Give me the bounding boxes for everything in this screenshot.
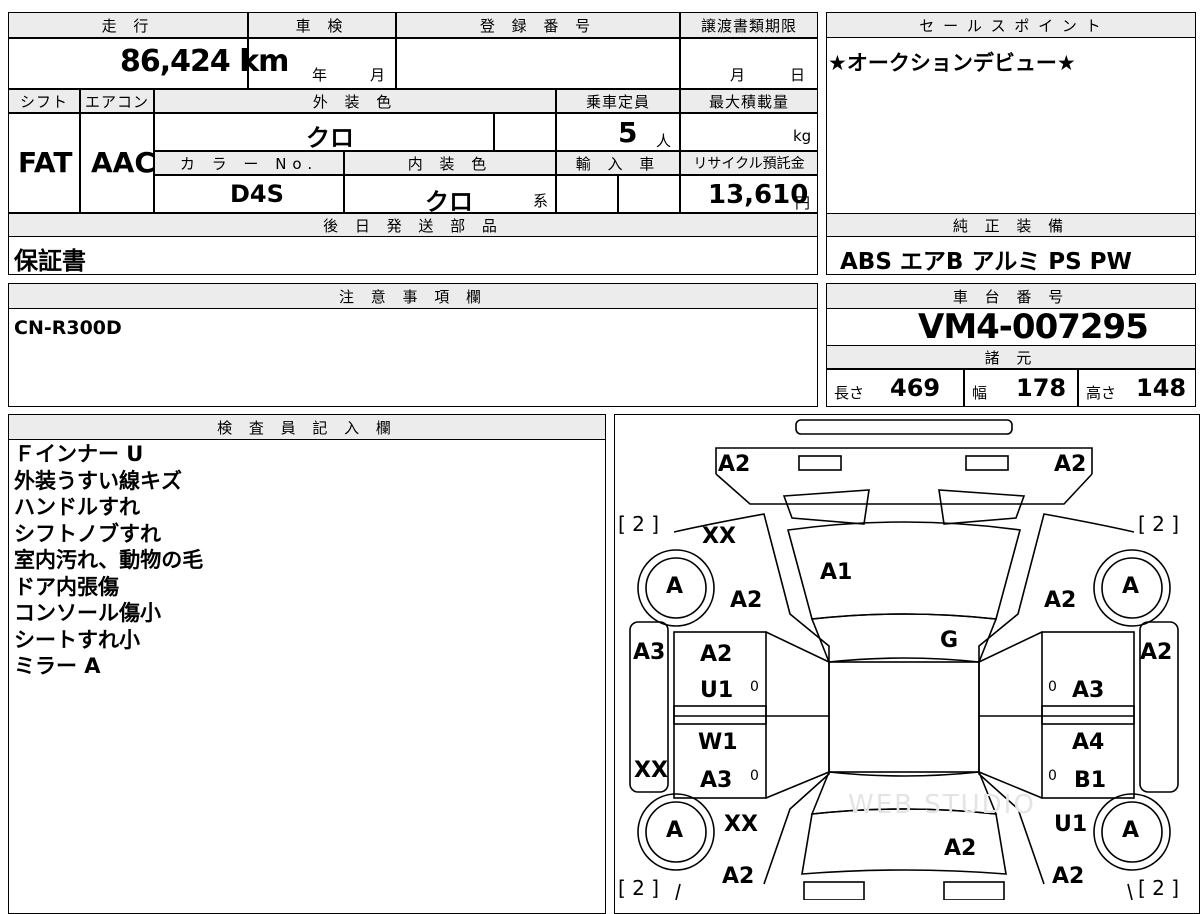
color-no-value: D4S (230, 180, 284, 208)
mark-pillar-right: A2 (1140, 640, 1173, 665)
wheel-fr-grade: A (1122, 574, 1140, 599)
interior-color-value: クロ (425, 188, 473, 216)
inspection-year-unit: 年 (312, 66, 328, 84)
reg-number-header: 登 録 番 号 (396, 12, 680, 38)
import-header: 輸 入 車 (556, 151, 680, 175)
chassis-header: 車 台 番 号 (826, 283, 1196, 309)
spec-width-value: 178 (1016, 374, 1067, 402)
interior-color-suffix: 系 (533, 192, 549, 210)
chassis-number: VM4-007295 (918, 307, 1149, 347)
import-cell-1 (556, 175, 618, 213)
transfer-deadline-header: 譲渡書類期限 (680, 12, 818, 38)
color-no-header: カ ラ ー No. (154, 151, 344, 175)
later-parts-header: 後 日 発 送 部 品 (8, 213, 818, 237)
watermark: WEB STUDIO (848, 790, 1036, 820)
interior-color-header: 内 装 色 (344, 151, 556, 175)
spec-height-label: 高さ (1086, 384, 1117, 402)
remark-line: 外装うすい線キズ (14, 468, 182, 493)
mark-door-rl-1: W1 (698, 730, 738, 755)
wheel-fl-grade: A (666, 574, 684, 599)
remark-line: シフトノブすれ (14, 521, 161, 546)
mirror-mark-fr: 0 (1048, 679, 1057, 695)
spec-width-label: 幅 (972, 384, 988, 402)
mark-tire-fl: [ 2 ] (618, 512, 660, 536)
import-cell-2 (618, 175, 680, 213)
remark-line: コンソール傷小 (14, 601, 161, 625)
mark-tire-rr: [ 2 ] (1138, 876, 1180, 900)
mark-trunk: A2 (944, 836, 977, 861)
exterior-color-header: 外 装 色 (154, 89, 556, 113)
remark-line: Ｆインナー U (14, 442, 144, 466)
mark-quarter-rr: U1 (1054, 812, 1088, 837)
notes-value: CN-R300D (14, 317, 122, 339)
recycle-unit: 円 (795, 194, 811, 212)
transfer-day-unit: 日 (790, 66, 806, 84)
mark-fender-fl: A2 (730, 588, 763, 613)
mark-quarter-rl: XX (724, 812, 758, 837)
mirror-mark-fl: 0 (750, 679, 759, 695)
mirror-mark-rr: 0 (1048, 768, 1057, 784)
remark-line: ドア内張傷 (14, 574, 119, 599)
shift-header: シフト (8, 89, 80, 113)
wheel-rl-grade: A (666, 818, 684, 843)
inspection-month-unit: 月 (370, 66, 386, 84)
inspection-header: 車 検 (248, 12, 396, 38)
mark-door-fl-2: U1 (700, 678, 734, 703)
capacity-unit: 人 (656, 132, 672, 150)
mark-windshield: G (940, 628, 959, 653)
reg-number-cell (396, 38, 680, 89)
mark-door-rl-2: A3 (700, 768, 733, 793)
mark-hood-left: XX (702, 524, 736, 549)
aircon-header: エアコン (80, 89, 154, 113)
notes-header: 注 意 事 項 欄 (8, 283, 818, 309)
wheel-rr-grade: A (1122, 818, 1140, 843)
spec-length-label: 長さ (834, 384, 865, 402)
max-load-header: 最大積載量 (680, 89, 818, 113)
mark-tire-rl: [ 2 ] (618, 876, 660, 900)
genuine-equipment-value: ABS エアB アルミ PS PW (840, 249, 1132, 275)
max-load-unit: kg (793, 127, 812, 145)
capacity-header: 乗車定員 (556, 89, 680, 113)
remark-line: 室内汚れ、動物の毛 (14, 548, 204, 572)
inspector-header: 検 査 員 記 入 欄 (8, 414, 606, 440)
shift-value: FAT (18, 146, 73, 179)
sales-point-header: セ ー ル ス ポ イ ン ト (826, 12, 1196, 38)
spec-length-value: 469 (890, 374, 941, 402)
transfer-month-unit: 月 (730, 66, 746, 84)
exterior-color-value: クロ (306, 124, 354, 152)
mark-door-rr-2: B1 (1074, 768, 1107, 793)
remark-line: ハンドルすれ (14, 495, 140, 519)
specs-header: 諸 元 (826, 345, 1196, 369)
mark-rear-left: A2 (722, 864, 755, 889)
mark-door-rr-1: A4 (1072, 730, 1105, 755)
mark-rear-right: A2 (1052, 864, 1085, 889)
mark-fender-fr: A2 (1044, 588, 1077, 613)
aircon-value: AAC (91, 146, 155, 179)
mark-door-fr: A3 (1072, 678, 1105, 703)
recycle-header: リサイクル預託金 (680, 151, 818, 175)
mileage-header: 走 行 (8, 12, 248, 38)
mark-hood: A1 (820, 560, 853, 585)
mark-tire-fr: [ 2 ] (1138, 512, 1180, 536)
mark-front-right-corner: A2 (1054, 452, 1087, 477)
mark-door-fl-1: A2 (700, 642, 733, 667)
capacity-value: 5 (618, 116, 638, 149)
remark-line: ミラー A (14, 654, 101, 678)
recycle-value: 13,610 (708, 180, 809, 210)
mark-pillar-left: A3 (633, 640, 666, 665)
genuine-equipment-header: 純 正 装 備 (826, 213, 1196, 237)
mark-front-left-corner: A2 (718, 452, 751, 477)
sales-point-value: ★オークションデビュー★ (828, 51, 1076, 75)
spec-height-value: 148 (1136, 374, 1187, 402)
remark-line: シートすれ小 (14, 627, 140, 652)
exterior-color-extra-cell (494, 113, 556, 151)
mark-side-rl: XX (634, 758, 668, 783)
mirror-mark-rl: 0 (750, 768, 759, 784)
later-parts-value: 保証書 (14, 247, 86, 275)
inspector-remarks: Ｆインナー U 外装うすい線キズ ハンドルすれ シフトノブすれ 室内汚れ、動物の… (14, 441, 203, 680)
